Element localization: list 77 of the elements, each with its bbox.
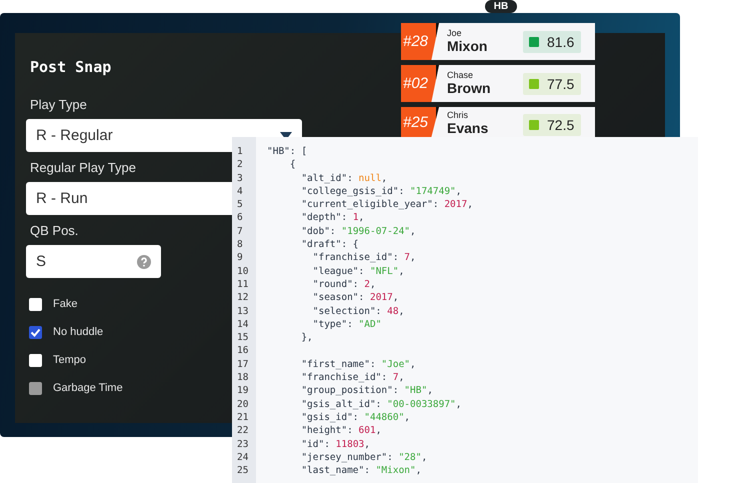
first-name: Chris: [447, 111, 470, 121]
jersey-number: #25: [401, 107, 439, 137]
code-line: "height": 601,: [300, 425, 382, 436]
code-line: "dob": "1996-07-24",: [300, 226, 416, 237]
code-line: "gsis_id": "44860",: [300, 412, 410, 423]
line-number: 18: [236, 371, 250, 384]
code-line: "type": "AD": [312, 318, 382, 330]
line-number: 17: [236, 358, 250, 372]
line-number: 13: [236, 304, 250, 318]
position-badge: HB: [485, 0, 517, 13]
rating-value: 72.5: [547, 117, 574, 133]
code-line: "draft": {: [300, 239, 359, 250]
input-field[interactable]: S: [26, 245, 161, 278]
checkbox[interactable]: [29, 326, 42, 338]
code-line: "franchise_id": 7,: [312, 252, 416, 264]
field-label: Regular Play Type: [30, 160, 136, 175]
code-line: "group_position": "HB",: [300, 385, 433, 396]
checkbox[interactable]: [29, 354, 42, 366]
line-number: 5: [236, 198, 244, 212]
last-name: Brown: [447, 80, 492, 96]
checkbox-label: Garbage Time: [53, 382, 123, 394]
code-line: "college_gsis_id": "174749",: [300, 186, 462, 197]
checkbox[interactable]: [29, 298, 42, 310]
line-number: 21: [236, 410, 250, 424]
line-number: 10: [236, 264, 250, 278]
checkbox-label: Fake: [53, 298, 78, 310]
code-line: "id": 11803,: [300, 438, 370, 450]
code-line: },: [300, 332, 313, 344]
line-number: 11: [236, 278, 250, 292]
line-number: 9: [236, 251, 244, 265]
code-line: "first_name": "Joe",: [300, 358, 416, 370]
line-number: 19: [236, 384, 250, 398]
line-number: 6: [236, 211, 244, 225]
code-line: "depth": 1,: [300, 212, 364, 224]
dropdown[interactable]: R - Run: [26, 182, 232, 215]
checkbox-label: Tempo: [53, 354, 86, 366]
code-line: "selection": 48,: [312, 306, 404, 317]
line-number: 12: [236, 291, 250, 305]
checkbox-label: No huddle: [53, 326, 104, 338]
line-number: 2: [236, 158, 244, 172]
line-number: 24: [236, 450, 250, 464]
line-number: 20: [236, 398, 250, 411]
code-line: "current_eligible_year": 2017,: [300, 199, 473, 210]
field-label: QB Pos.: [30, 223, 78, 238]
line-number: 15: [236, 331, 250, 344]
rating-value: 77.5: [547, 76, 574, 92]
line-number: 8: [236, 238, 244, 252]
first-name: Joe: [447, 28, 463, 39]
code-line: "jersey_number": "28",: [300, 452, 428, 463]
code-line: "season": 2017,: [312, 292, 399, 304]
jersey-number: #28: [401, 23, 439, 60]
player-card[interactable]: #25 Chris Evans 72.5: [401, 107, 595, 137]
first-name: Chase: [447, 70, 474, 81]
line-number: 22: [236, 424, 250, 438]
line-number: 3: [236, 172, 244, 185]
line-number: 23: [236, 438, 250, 451]
line-number: 7: [236, 224, 244, 238]
player-card[interactable]: #02 Chase Brown 77.5: [401, 65, 595, 102]
jersey-number: #02: [401, 65, 439, 102]
field-label: Play Type: [30, 97, 87, 112]
line-number: 14: [236, 318, 250, 332]
code-line: "last_name": "Mixon",: [300, 465, 422, 476]
code-line: "round": 2,: [312, 278, 376, 290]
code-line: "league": "NFL",: [312, 266, 404, 277]
code-line: {: [288, 159, 296, 170]
code-line: "alt_id": null,: [300, 172, 388, 184]
last-name: Evans: [447, 120, 490, 136]
code-line: "gsis_alt_id": "00-0033897",: [300, 398, 462, 410]
player-card[interactable]: #28 Joe Mixon 81.6: [401, 23, 595, 60]
line-number: 4: [236, 184, 244, 198]
rating-value: 81.6: [547, 34, 574, 50]
last-name: Mixon: [447, 38, 488, 54]
line-number: 16: [236, 344, 250, 358]
help-icon[interactable]: [137, 254, 151, 268]
line-number: 25: [236, 464, 250, 478]
panel-title: Post Snap: [30, 58, 112, 76]
code-line: "franchise_id": 7,: [300, 372, 404, 384]
